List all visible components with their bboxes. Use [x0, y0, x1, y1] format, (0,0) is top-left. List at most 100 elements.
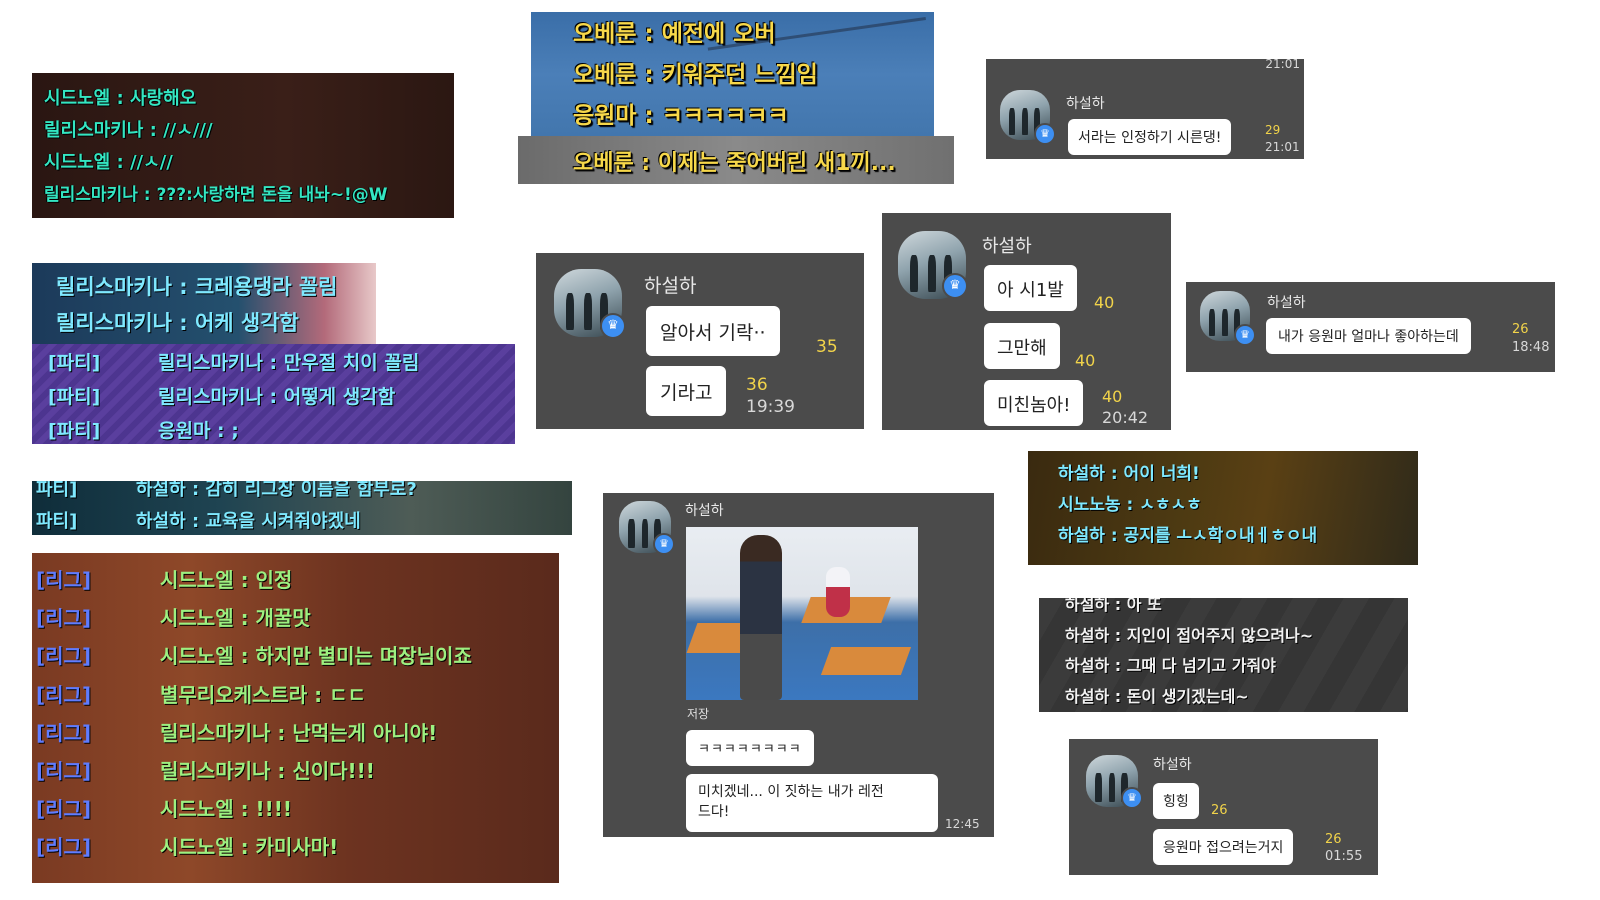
party-tag: 파티]: [36, 511, 78, 532]
party-chat-line: 파티] 하설하 : 교육을 시켜줘야겠네: [36, 506, 417, 535]
league-tag: [리그]: [36, 835, 92, 860]
chat-line: 하설하 : 공지를 ㅗㅅ학ㅇ내ㅔㅎㅇ내: [1058, 526, 1318, 546]
chat-line: 하설하 : 돈이 생기겠는데~: [1065, 686, 1249, 706]
message-time: 19:39: [746, 397, 795, 417]
crown-icon: ♛: [600, 313, 626, 339]
chat-text: 시드노엘 : 개꿀맛: [160, 606, 311, 631]
unread-count: 40: [1102, 387, 1123, 406]
league-tag: [리그]: [36, 682, 92, 707]
message-text: 힝힝: [1163, 794, 1189, 810]
unread-count: 40: [1094, 293, 1115, 312]
chat-line: 오베룬 : 키워주던 느낌임: [573, 62, 818, 88]
chat-line: 릴리스마키나 : 크레용댕라 꼴림: [56, 275, 338, 299]
sender-name: 하설하: [982, 236, 1032, 257]
message-bubble[interactable]: 알아서 기락··: [646, 306, 780, 356]
message-bubble[interactable]: 미치겠네... 이 짓하는 내가 레전 드다!: [686, 774, 938, 832]
message-text: 아 시1발: [997, 280, 1064, 301]
chat-line: 릴리스마키나 : ???:사랑하면 돈을 내놔~!@W: [44, 185, 388, 205]
chat-text: 시드노엘 : 하지만 별미는 며장님이죠: [160, 644, 472, 669]
sender-name: 하설하: [685, 503, 724, 519]
kakao-card-4: ♛ 하설하 내가 응원마 얼마나 좋아하는데 26 18:48: [1186, 282, 1555, 372]
chat-line: 하설하 : 어이 너희!: [1058, 464, 1200, 484]
league-tag: [리그]: [36, 720, 92, 745]
game-chat-panel-1: 시드노엘 : 사랑해오 릴리스마키나 : //ㅅ/// 시드노엘 : //ㅅ//…: [32, 73, 454, 218]
party-chat-line: [파티] 릴리스마키나 : 만우절 치이 꼴림: [48, 346, 419, 380]
message-text: 기라고: [660, 382, 713, 404]
message-bubble[interactable]: 내가 응원마 얼마나 좋아하는데: [1266, 318, 1471, 354]
chat-line: 하설하 : 아 또: [1065, 598, 1162, 614]
message-bubble[interactable]: 아 시1발: [984, 265, 1077, 311]
message-time: 12:45: [945, 817, 980, 831]
desk-shape: [820, 647, 912, 675]
league-tag: [리그]: [36, 797, 92, 822]
message-bubble[interactable]: 기라고: [646, 366, 727, 416]
chat-text: 별무리오케스트라 : ㄷㄷ: [160, 682, 366, 707]
game-chat-panel-2: 오베룬 : 예전에 오버 오베룬 : 키워주던 느낌임 응원마 : ㅋㅋㅋㅋㅋㅋ: [531, 12, 934, 137]
unread-count: 35: [816, 337, 838, 357]
character-figure: [740, 535, 782, 700]
game-chat-panel-2b: 오베룬 : 이제는 죽어버린 새1끼...: [518, 136, 954, 184]
message-text: 서라는 인정하기 시른댕!: [1078, 130, 1222, 146]
sender-name: 하설하: [1066, 96, 1105, 112]
chat-line: 응원마 : ㅋㅋㅋㅋㅋㅋ: [573, 103, 789, 129]
crown-icon: ♛: [1034, 123, 1056, 145]
message-bubble[interactable]: 응원마 접으려는거지: [1153, 829, 1294, 865]
message-bubble[interactable]: 미친놈아!: [984, 380, 1084, 426]
message-text: 그만해: [997, 338, 1047, 359]
chat-line: 하설하 : 지인이 접어주지 않으려나~: [1065, 625, 1314, 645]
message-time: 21:01: [1265, 140, 1300, 154]
game-chat-panel-6: 하설하 : 어이 너희! 시노노농 : ㅅㅎㅅㅎ 하설하 : 공지를 ㅗㅅ학ㅇ내…: [1028, 451, 1418, 565]
sender-name: 하설하: [1153, 757, 1192, 773]
game-chat-panel-5: [리그] 시드노엘 : 인정 [리그] 시드노엘 : 개꿀맛 [리그] 시드노엘 : …: [32, 553, 559, 883]
sender-name: 하설하: [1267, 295, 1306, 311]
crown-icon: ♛: [1234, 324, 1256, 346]
message-bubble[interactable]: 힝힝: [1153, 783, 1199, 819]
chat-line: 릴리스마키나 : 어케 생각함: [56, 311, 299, 335]
league-chat-line: [리그] 시드노엘 : !!!!: [36, 790, 472, 828]
league-chat-line: [리그] 시드노엘 : 인정: [36, 561, 472, 599]
unread-count: 29: [1265, 123, 1281, 137]
chat-line: 오베룬 : 예전에 오버: [573, 21, 776, 47]
chat-text: 시드노엘 : 인정: [160, 568, 293, 592]
crown-icon: ♛: [1121, 787, 1143, 809]
chat-text: 릴리스마키나 : 만우절 치이 꼴림: [158, 352, 420, 374]
kakao-card-1: 21:01 ♛ 하설하 서라는 인정하기 시른댕! 29 21:01: [986, 59, 1304, 159]
party-chat-line: [파티] 릴리스마키나 : 어떻게 생각함: [48, 380, 419, 414]
image-save-label[interactable]: 저장: [687, 705, 709, 722]
unread-count: 26: [1512, 322, 1529, 337]
party-tag: 파티]: [36, 481, 78, 500]
league-tag: [리그]: [36, 568, 92, 592]
game-chat-panel-4: 파티] 하설하 : 감히 리그장 이름을 함부로? 파티] 하설하 : 교육을 시켜…: [32, 481, 572, 535]
message-text: ㅋㅋㅋㅋㅋㅋㅋㅋ: [698, 742, 802, 757]
chat-text: 응원마 : ;: [158, 420, 239, 442]
crown-icon: ♛: [653, 533, 675, 555]
message-bubble[interactable]: 서라는 인정하기 시른댕!: [1068, 119, 1232, 155]
chat-line: 시노노농 : ㅅㅎㅅㅎ: [1058, 495, 1202, 515]
league-chat-line: [리그] 시드노엘 : 카미사마!: [36, 828, 472, 866]
league-tag: [리그]: [36, 606, 92, 631]
crown-icon: ♛: [942, 273, 968, 299]
message-time: 21:01: [1265, 59, 1300, 71]
message-text: 미친놈아!: [997, 395, 1071, 416]
party-chat-line: 파티] 하설하 : 감히 리그장 이름을 함부로?: [36, 481, 417, 506]
chat-line: 하설하 : 그때 다 넘기고 가줘야: [1065, 656, 1276, 675]
message-text: 드다!: [698, 804, 730, 820]
chat-line: 시드노엘 : //ㅅ//: [44, 152, 173, 173]
chat-line: 릴리스마키나 : //ㅅ///: [44, 120, 213, 141]
game-chat-panel-3: 릴리스마키나 : 크레용댕라 꼴림 릴리스마키나 : 어케 생각함: [32, 263, 376, 345]
chat-text: 시드노엘 : !!!!: [160, 797, 293, 822]
shared-image[interactable]: [686, 527, 918, 700]
league-chat-line: [리그] 릴리스마키나 : 난먹는게 아니야!: [36, 714, 472, 752]
message-bubble[interactable]: ㅋㅋㅋㅋㅋㅋㅋㅋ: [686, 730, 814, 766]
kakao-card-5: ♛ 하설하 저장 ㅋㅋㅋㅋㅋㅋㅋㅋ 미치겠네... 이 짓하는 내가 레전 드다…: [603, 493, 994, 837]
league-chat-line: [리그] 별무리오케스트라 : ㄷㄷ: [36, 676, 472, 714]
message-time: 20:42: [1102, 408, 1149, 427]
sender-name: 하설하: [644, 275, 697, 297]
character-figure: [826, 567, 850, 617]
message-bubble[interactable]: 그만해: [984, 323, 1060, 369]
league-tag: [리그]: [36, 759, 92, 784]
kakao-card-2: ♛ 하설하 알아서 기락·· 35 기라고 36 19:39: [536, 253, 864, 429]
chat-line: 시드노엘 : 사랑해오: [44, 88, 197, 109]
unread-count: 26: [1325, 832, 1342, 847]
party-chat-line: [파티] 응원마 : ;: [48, 414, 419, 444]
